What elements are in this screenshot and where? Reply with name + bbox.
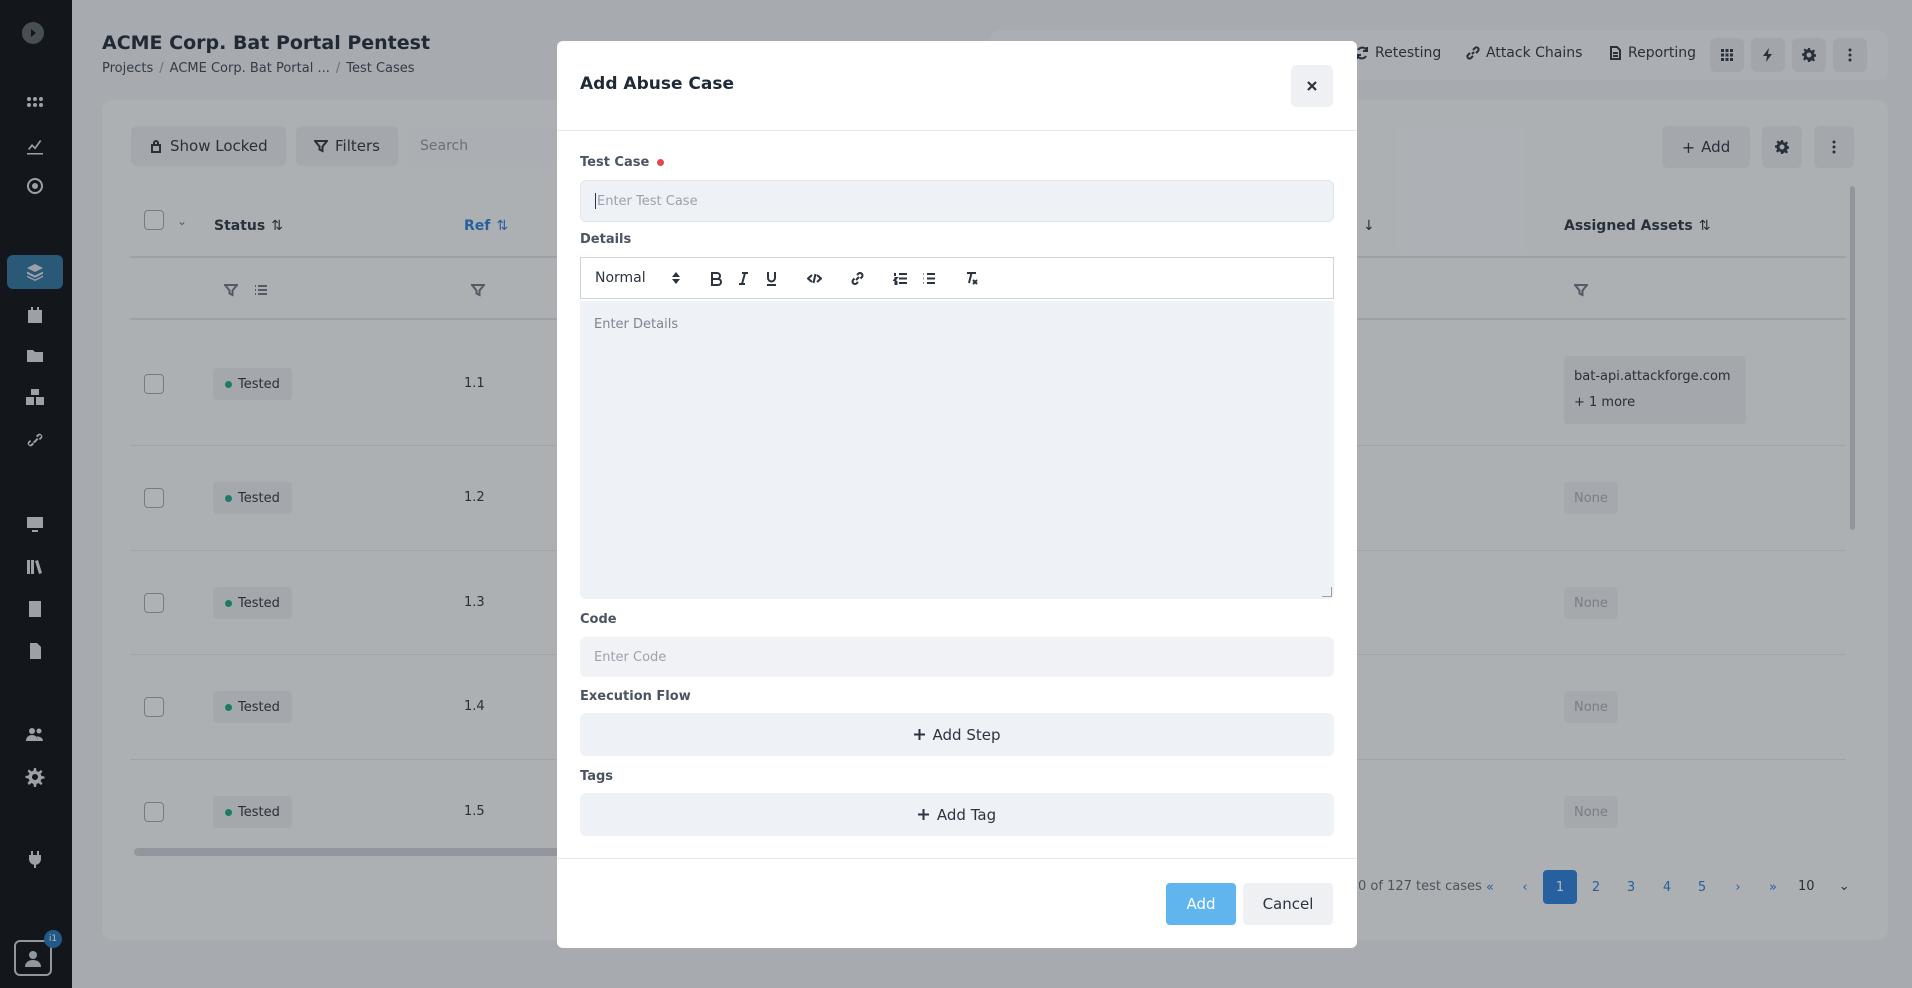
modal-title: Add Abuse Case [580, 74, 735, 94]
test-case-label: Test Case [580, 155, 665, 170]
execution-flow-label: Execution Flow [580, 689, 691, 704]
modal-footer: Add Cancel [557, 858, 1357, 948]
bold-icon[interactable] [702, 264, 730, 292]
italic-icon[interactable] [730, 264, 758, 292]
bullet-list-icon[interactable] [915, 264, 943, 292]
details-label: Details [580, 232, 632, 247]
add-abuse-case-dialog: Add Abuse Case Test Case Enter Test Case… [557, 41, 1357, 948]
modal-header: Add Abuse Case [557, 41, 1357, 131]
add-step-button[interactable]: Add Step [580, 713, 1334, 756]
text-format-select[interactable]: Normal [595, 270, 680, 286]
underline-icon[interactable] [758, 264, 786, 292]
plus-icon [917, 809, 929, 820]
tags-label: Tags [580, 769, 614, 784]
ordered-list-icon[interactable] [887, 264, 915, 292]
code-label: Code [580, 612, 617, 627]
details-editor[interactable]: Enter Details [580, 301, 1334, 599]
link-icon[interactable] [844, 264, 872, 292]
plus-icon [913, 729, 925, 740]
add-button[interactable]: Add [1166, 883, 1236, 925]
close-button[interactable] [1291, 65, 1333, 107]
test-case-input[interactable]: Enter Test Case [580, 180, 1334, 222]
code-icon[interactable] [801, 264, 829, 292]
cancel-button[interactable]: Cancel [1243, 883, 1333, 925]
close-icon [1307, 81, 1317, 91]
required-indicator [657, 159, 665, 166]
select-arrows-icon [671, 272, 680, 284]
clear-formatting-icon[interactable] [958, 264, 986, 292]
code-input[interactable]: Enter Code [580, 637, 1334, 677]
rich-text-toolbar: Normal [580, 257, 1334, 299]
resize-handle-icon[interactable] [1322, 587, 1332, 597]
add-tag-button[interactable]: Add Tag [580, 793, 1334, 836]
